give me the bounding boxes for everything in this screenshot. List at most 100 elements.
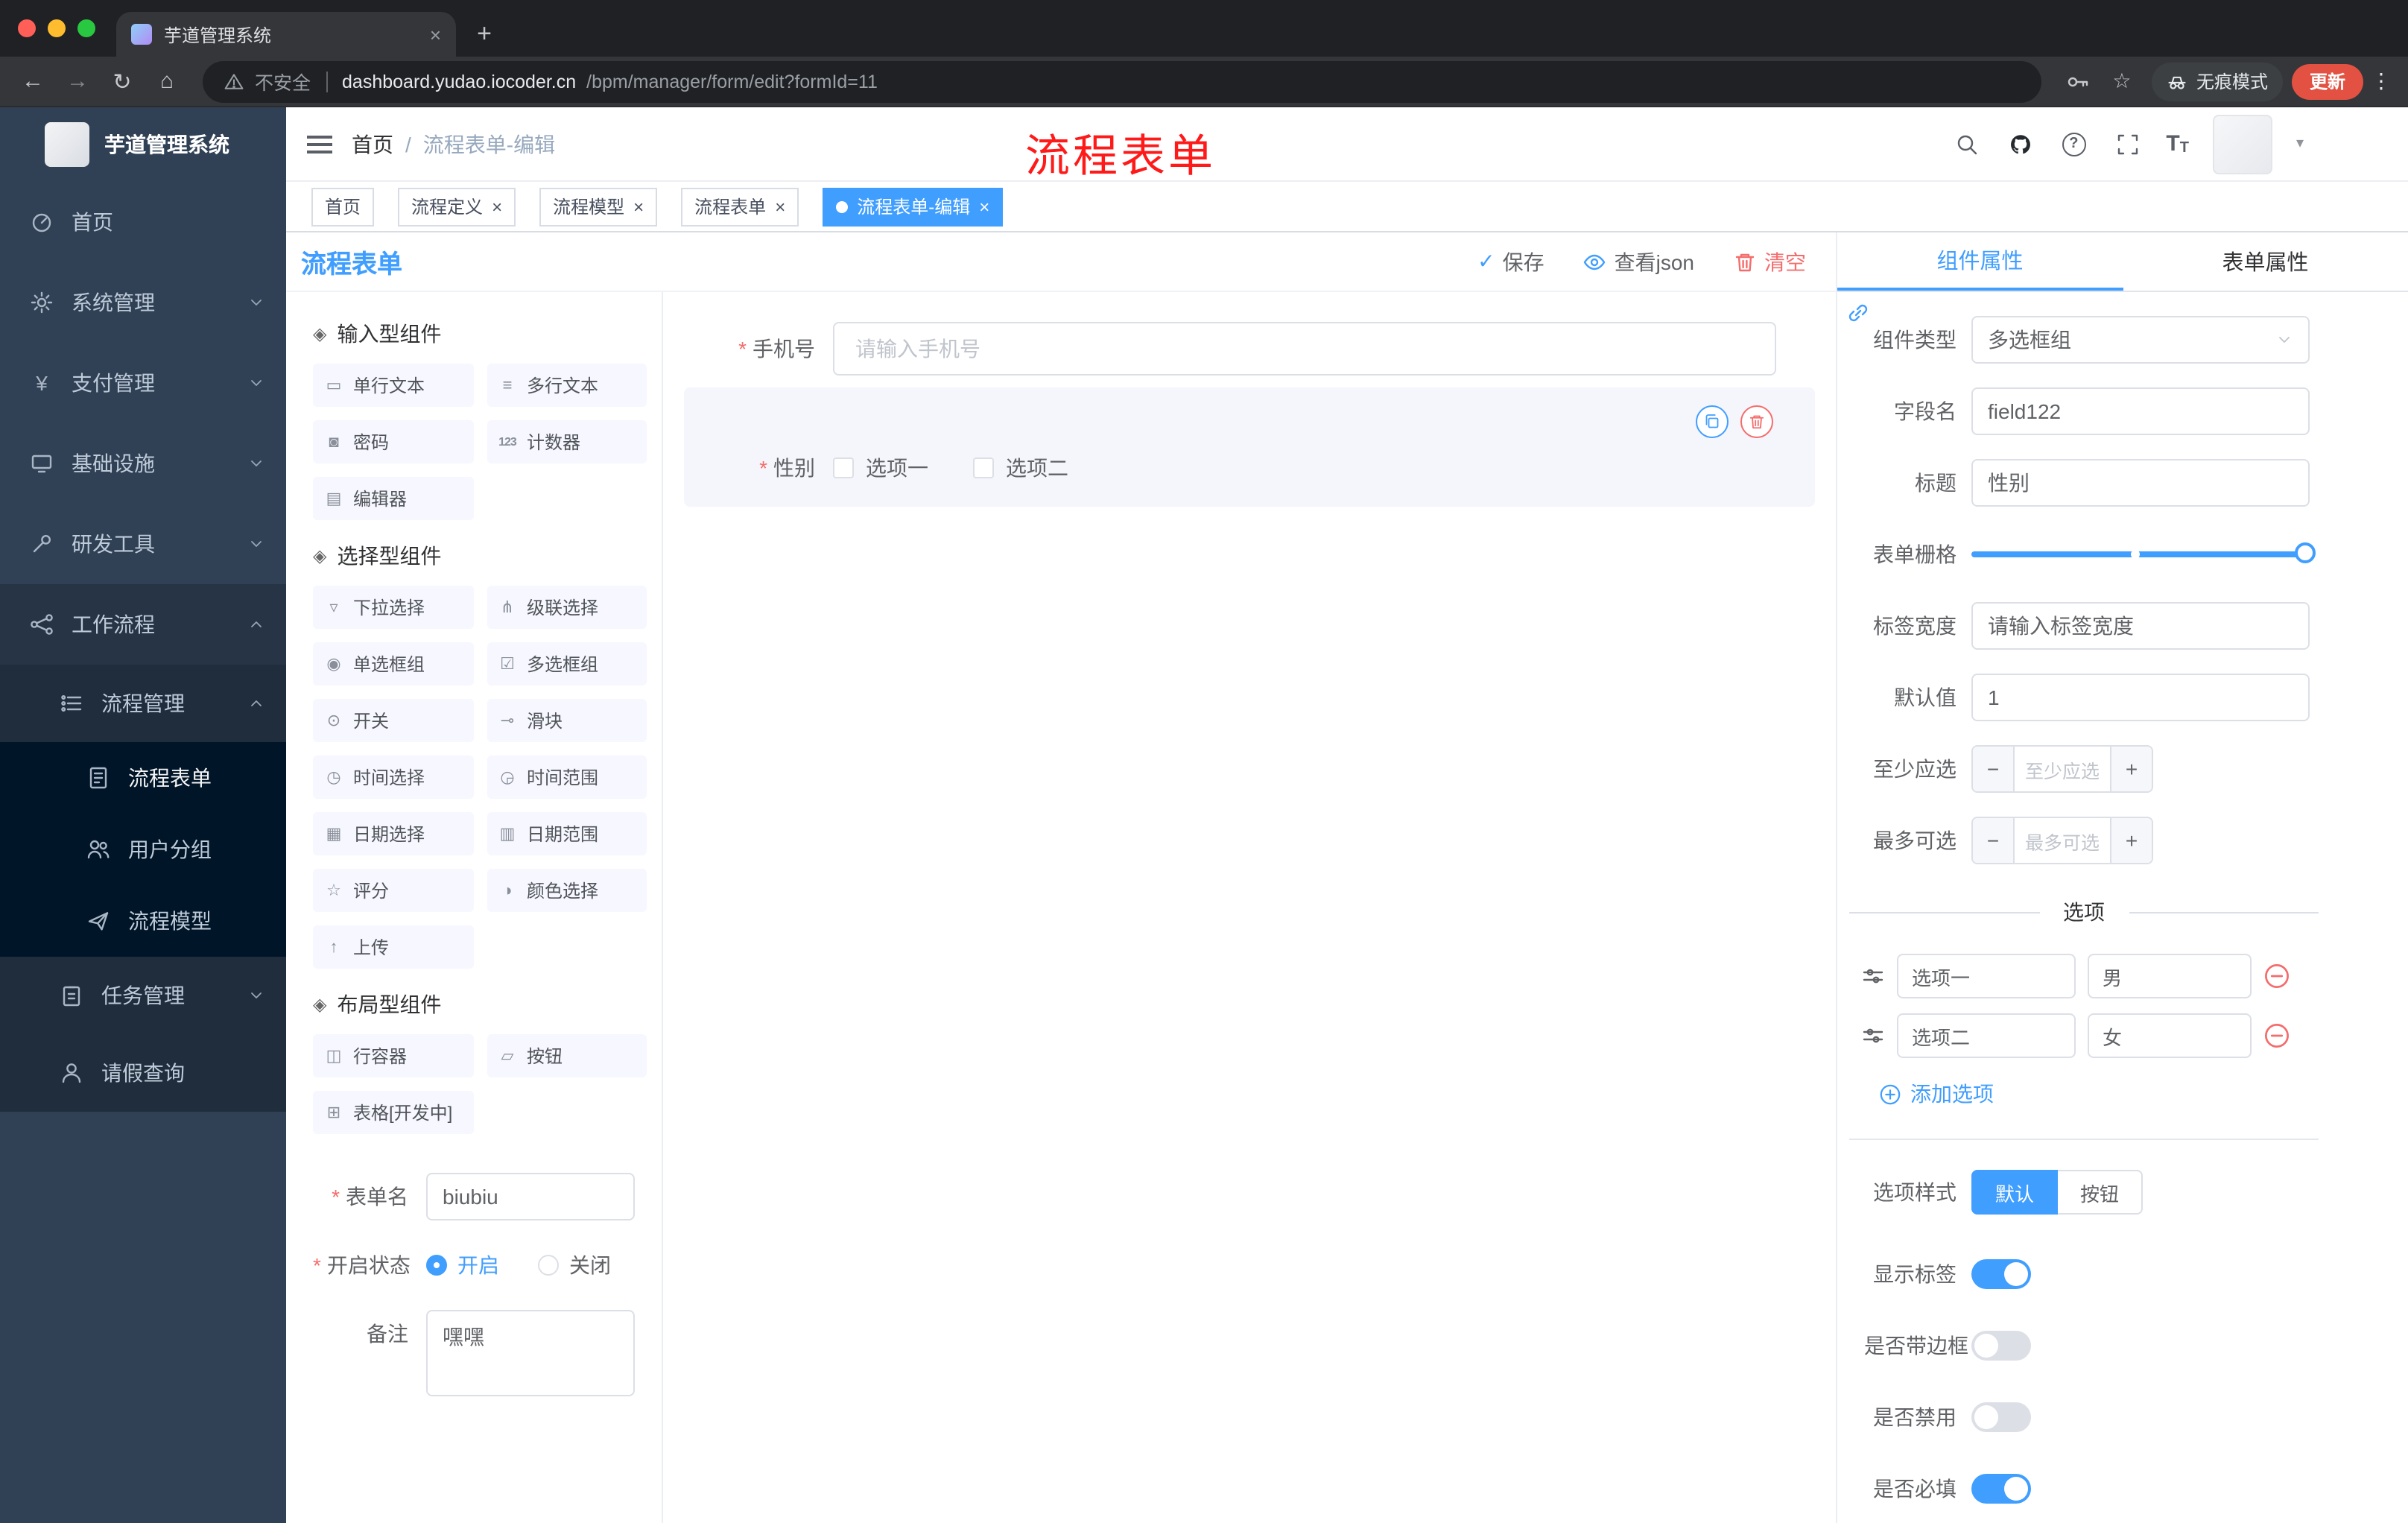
decrease-icon[interactable]: − (1973, 818, 2015, 863)
status-radio-off[interactable]: 关闭 (538, 1250, 611, 1280)
checkbox-icon[interactable] (833, 457, 854, 478)
sidebar-item-process-form[interactable]: 流程表单 (0, 742, 286, 814)
chip-radio-group[interactable]: ◉ 单选框组 (313, 642, 473, 685)
chip-multi-line-text[interactable]: ≡ 多行文本 (487, 364, 647, 407)
sidebar-item-user-group[interactable]: 用户分组 (0, 814, 286, 885)
tag-close-icon[interactable]: × (775, 197, 785, 215)
sidebar-item-process-management[interactable]: 流程管理 (0, 665, 286, 742)
new-tab-button[interactable]: + (465, 12, 504, 57)
checkbox-icon[interactable] (973, 457, 994, 478)
chip-time-picker[interactable]: ◷ 时间选择 (313, 756, 473, 799)
chip-single-line-text[interactable]: ▭ 单行文本 (313, 364, 473, 407)
slider-handle[interactable] (2295, 542, 2316, 563)
github-icon[interactable] (2005, 129, 2035, 159)
tag-process-model[interactable]: 流程模型 × (539, 187, 658, 226)
option-label-input[interactable]: 选项二 (1897, 1013, 2076, 1058)
form-name-input[interactable]: biubiu (426, 1173, 635, 1220)
tag-close-icon[interactable]: × (979, 197, 989, 215)
style-default-button[interactable]: 默认 (1971, 1170, 2059, 1215)
tab-form-props[interactable]: 表单属性 (2123, 232, 2408, 291)
chip-date-range[interactable]: ▥ 日期范围 (487, 812, 647, 855)
chip-color-picker[interactable]: ◑ 颜色选择 (487, 869, 647, 912)
component-type-select[interactable]: 多选框组 (1971, 316, 2310, 364)
increase-icon[interactable]: + (2110, 747, 2152, 791)
max-select-input[interactable]: 最多可选 (2015, 818, 2110, 863)
tab-close-icon[interactable]: × (430, 25, 441, 44)
back-icon[interactable]: ← (12, 62, 54, 101)
tag-process-definition[interactable]: 流程定义 × (398, 187, 516, 226)
sidebar-item-dev-tools[interactable]: 研发工具 (0, 504, 286, 584)
chip-select[interactable]: ▿ 下拉选择 (313, 586, 473, 629)
view-json-button[interactable]: 查看json (1583, 247, 1694, 276)
update-button[interactable]: 更新 (2291, 63, 2363, 99)
remove-option-icon[interactable] (2263, 1022, 2290, 1049)
browser-menu-icon[interactable]: ⋮ (2366, 69, 2396, 94)
sidebar-item-task-management[interactable]: 任务管理 (0, 957, 286, 1034)
add-option-button[interactable]: 添加选项 (1879, 1079, 2408, 1109)
minimize-window-button[interactable] (48, 19, 66, 37)
address-bar[interactable]: 不安全 dashboard.yudao.iocoder.cn/bpm/manag… (203, 60, 2041, 102)
save-button[interactable]: ✓ 保存 (1477, 247, 1544, 276)
sidebar-item-infrastructure[interactable]: 基础设施 (0, 423, 286, 504)
browser-tab[interactable]: 芋道管理系统 × (116, 12, 456, 57)
app-logo[interactable]: 芋道管理系统 (0, 107, 286, 182)
remark-textarea[interactable]: 嘿嘿 (426, 1310, 635, 1396)
chip-button[interactable]: ▱ 按钮 (487, 1034, 647, 1077)
sidebar-item-leave-query[interactable]: 请假查询 (0, 1034, 286, 1112)
chip-upload[interactable]: ↑ 上传 (313, 925, 473, 969)
sidebar-item-system-management[interactable]: 系统管理 (0, 262, 286, 343)
tab-component-props[interactable]: 组件属性 (1837, 232, 2123, 291)
status-radio-on[interactable]: 开启 (426, 1250, 499, 1280)
forward-icon[interactable]: → (57, 62, 98, 101)
chip-table[interactable]: ⊞ 表格[开发中] (313, 1091, 473, 1134)
style-button-button[interactable]: 按钮 (2058, 1170, 2144, 1215)
tag-home[interactable]: 首页 (311, 187, 375, 226)
bookmark-star-icon[interactable]: ☆ (2101, 62, 2143, 101)
tag-close-icon[interactable]: × (633, 197, 644, 215)
search-icon[interactable] (1951, 129, 1981, 159)
hamburger-icon[interactable] (286, 107, 352, 181)
decrease-icon[interactable]: − (1973, 747, 2015, 791)
user-avatar[interactable] (2212, 114, 2272, 174)
selected-field-gender[interactable]: 性别 选项一 选项二 (684, 387, 1815, 507)
default-value-input[interactable]: 1 (1971, 674, 2310, 721)
field-name-input[interactable]: field122 (1971, 387, 2310, 435)
chip-counter[interactable]: 123 计数器 (487, 420, 647, 463)
chip-row-container[interactable]: ◫ 行容器 (313, 1034, 473, 1077)
chip-editor[interactable]: ▤ 编辑器 (313, 477, 473, 520)
checkbox-option-1[interactable]: 选项一 (833, 453, 928, 483)
link-icon[interactable] (1846, 301, 1870, 325)
copy-field-button[interactable] (1696, 405, 1729, 438)
chip-switch[interactable]: ⊙ 开关 (313, 699, 473, 742)
chip-date-picker[interactable]: ▦ 日期选择 (313, 812, 473, 855)
chip-slider[interactable]: ⊸ 滑块 (487, 699, 647, 742)
sidebar-item-payment-management[interactable]: ¥ 支付管理 (0, 343, 286, 423)
chip-rate[interactable]: ☆ 评分 (313, 869, 473, 912)
help-icon[interactable]: ? (2059, 129, 2088, 159)
drag-handle-icon[interactable] (1861, 1024, 1885, 1048)
option-value-input[interactable]: 女 (2088, 1013, 2252, 1058)
show-label-switch[interactable] (1971, 1259, 2031, 1289)
delete-field-button[interactable] (1740, 405, 1773, 438)
security-label[interactable]: 不安全 (255, 67, 311, 95)
chip-password[interactable]: ◙ 密码 (313, 420, 473, 463)
title-input[interactable]: 性别 (1971, 459, 2310, 507)
chip-checkbox-group[interactable]: ☑ 多选框组 (487, 642, 647, 685)
sidebar-item-home[interactable]: 首页 (0, 182, 286, 262)
reload-icon[interactable]: ↻ (101, 62, 143, 101)
tag-close-icon[interactable]: × (492, 197, 502, 215)
close-window-button[interactable] (18, 19, 36, 37)
chip-cascader[interactable]: ⋔ 级联选择 (487, 586, 647, 629)
label-width-input[interactable]: 请输入标签宽度 (1971, 602, 2310, 650)
slider-track[interactable] (1971, 551, 2310, 557)
phone-input[interactable]: 请输入手机号 (833, 322, 1776, 376)
font-size-icon[interactable]: TT (2166, 131, 2189, 156)
option-label-input[interactable]: 选项一 (1897, 954, 2076, 998)
min-select-input[interactable]: 至少应选 (2015, 747, 2110, 791)
checkbox-option-2[interactable]: 选项二 (973, 453, 1068, 483)
sidebar-item-workflow[interactable]: 工作流程 (0, 584, 286, 665)
tag-process-form-edit[interactable]: 流程表单-编辑 × (823, 187, 1004, 226)
fullscreen-icon[interactable] (2112, 129, 2142, 159)
sidebar-item-process-model[interactable]: 流程模型 (0, 885, 286, 957)
breadcrumb-home[interactable]: 首页 (352, 129, 393, 159)
